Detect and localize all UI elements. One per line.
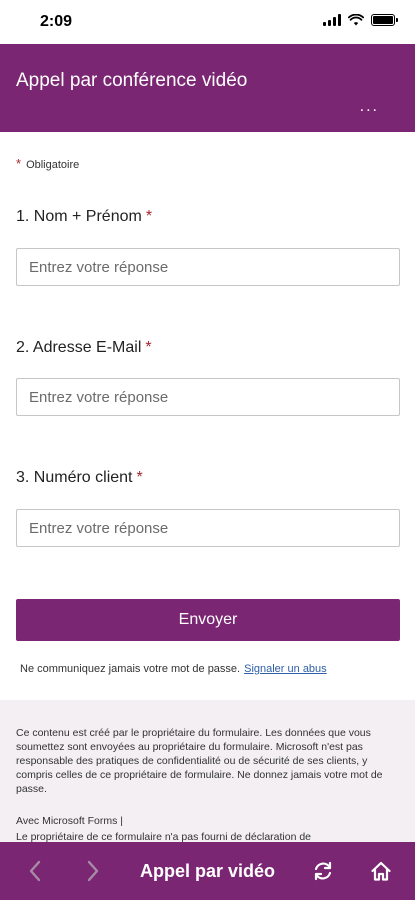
email-input[interactable]: [16, 378, 400, 416]
chevron-right-icon[interactable]: [80, 858, 106, 884]
status-time: 2:09: [40, 13, 73, 30]
question-label: 1. Nom + Prénom: [16, 208, 142, 225]
wifi-icon: [348, 14, 364, 26]
required-mark: *: [145, 208, 153, 225]
name-input[interactable]: [16, 248, 400, 286]
status-icons: [323, 14, 398, 26]
required-mark: *: [145, 339, 152, 356]
bottom-title: Appel par vidéo: [140, 861, 276, 881]
footer-disclaimer: Le propriétaire de ce formulaire n'a pas…: [16, 831, 312, 842]
report-abuse-link[interactable]: Signaler un abus: [244, 663, 327, 675]
client-number-input[interactable]: [16, 509, 400, 547]
battery-icon: [371, 14, 398, 26]
question-label: 2. Adresse E-Mail: [16, 339, 142, 356]
password-note-text: Ne communiquez jamais votre mot de passe…: [20, 663, 241, 675]
question-email: 2. Adresse E-Mail *: [16, 339, 152, 357]
status-bar: 2:09: [0, 0, 415, 44]
required-mark: *: [136, 469, 143, 486]
cellular-signal-icon: [323, 14, 341, 26]
password-note: Ne communiquez jamais votre mot de passe…: [20, 663, 327, 675]
form-header: Appel par conférence vidéo ...: [0, 44, 415, 132]
submit-button[interactable]: Envoyer: [16, 599, 400, 641]
required-star: *: [16, 156, 22, 171]
footer-brand: Avec Microsoft Forms |: [16, 815, 123, 827]
question-name: 1. Nom + Prénom *: [16, 208, 152, 226]
footer-text: Ce contenu est créé par le propriétaire …: [16, 727, 383, 795]
footer-block: Ce contenu est créé par le propriétaire …: [0, 700, 415, 842]
more-options-button[interactable]: ...: [360, 99, 379, 115]
home-icon[interactable]: [368, 858, 394, 884]
form-title: Appel par conférence vidéo: [16, 70, 248, 91]
refresh-icon[interactable]: [310, 858, 336, 884]
question-label: 3. Numéro client: [16, 469, 133, 486]
required-note: * Obligatoire: [16, 156, 79, 171]
question-client-number: 3. Numéro client *: [16, 469, 143, 487]
required-label: Obligatoire: [26, 159, 80, 171]
bottom-nav-bar: Appel par vidéo: [0, 842, 415, 900]
chevron-left-icon[interactable]: [22, 858, 48, 884]
